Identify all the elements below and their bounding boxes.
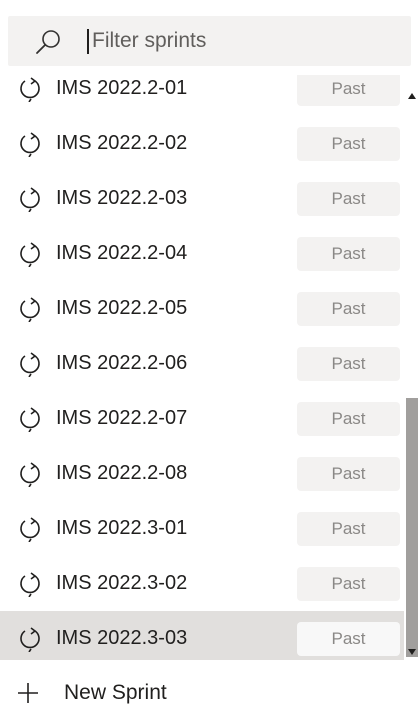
sprint-name: IMS 2022.2-08 [56,462,188,484]
sprint-row[interactable]: IMS 2022.3-03 Past [0,611,404,660]
sprint-name: IMS 2022.2-07 [56,407,188,429]
sprint-name: IMS 2022.2-04 [56,242,188,264]
status-badge: Past [297,567,400,601]
sprint-name: IMS 2022.2-05 [56,297,188,319]
iteration-cycle-icon [17,131,43,158]
sprint-row[interactable]: IMS 2022.3-02 Past [0,556,404,611]
iteration-cycle-icon [17,241,43,268]
sprint-row[interactable]: IMS 2022.2-08 Past [0,446,404,501]
status-badge: Past [297,402,400,436]
sprint-name: IMS 2022.2-03 [56,187,188,209]
status-badge: Past [297,622,400,656]
filter-sprints-input[interactable] [92,24,392,58]
status-badge: Past [297,512,400,546]
scroll-thumb[interactable] [406,398,418,657]
sprint-row[interactable]: IMS 2022.2-01 Past [0,75,404,116]
status-badge: Past [297,127,400,161]
iteration-cycle-icon [17,626,43,653]
status-badge: Past [297,347,400,381]
iteration-cycle-icon [17,296,43,323]
iteration-cycle-icon [17,461,43,488]
sprint-row[interactable]: IMS 2022.2-05 Past [0,281,404,336]
iteration-cycle-icon [17,351,43,378]
sprint-row[interactable]: IMS 2022.3-01 Past [0,501,404,556]
status-badge: Past [297,75,400,106]
sprint-row[interactable]: IMS 2022.2-03 Past [0,171,404,226]
sprint-row[interactable]: IMS 2022.2-06 Past [0,336,404,391]
iteration-cycle-icon [17,406,43,433]
sprint-name: IMS 2022.3-01 [56,517,188,539]
sprint-name: IMS 2022.3-02 [56,572,188,594]
sprint-name: IMS 2022.2-06 [56,352,188,374]
scroll-up-arrow-icon[interactable] [408,93,416,99]
sprint-list[interactable]: IMS 2022.2-01 Past IMS 2022.2-02 Past IMS 20… [0,75,419,660]
new-sprint-button[interactable]: New Sprint [0,672,419,707]
iteration-cycle-icon [17,186,43,213]
sprint-name: IMS 2022.2-02 [56,132,188,154]
status-badge: Past [297,292,400,326]
iteration-cycle-icon [17,76,43,103]
filter-box[interactable] [8,16,411,66]
new-sprint-label: New Sprint [64,681,167,704]
sprint-row[interactable]: IMS 2022.2-07 Past [0,391,404,446]
iteration-cycle-icon [17,516,43,543]
search-icon [36,30,60,54]
sprint-row[interactable]: IMS 2022.2-02 Past [0,116,404,171]
scroll-down-arrow-icon[interactable] [408,649,416,655]
sprint-row[interactable]: IMS 2022.2-04 Past [0,226,404,281]
status-badge: Past [297,237,400,271]
status-badge: Past [297,182,400,216]
status-badge: Past [297,457,400,491]
sprint-name: IMS 2022.2-01 [56,77,188,99]
sprint-name: IMS 2022.3-03 [56,627,188,649]
plus-icon [18,683,38,703]
text-caret [87,29,89,54]
scrollbar[interactable] [404,75,419,660]
iteration-cycle-icon [17,571,43,598]
